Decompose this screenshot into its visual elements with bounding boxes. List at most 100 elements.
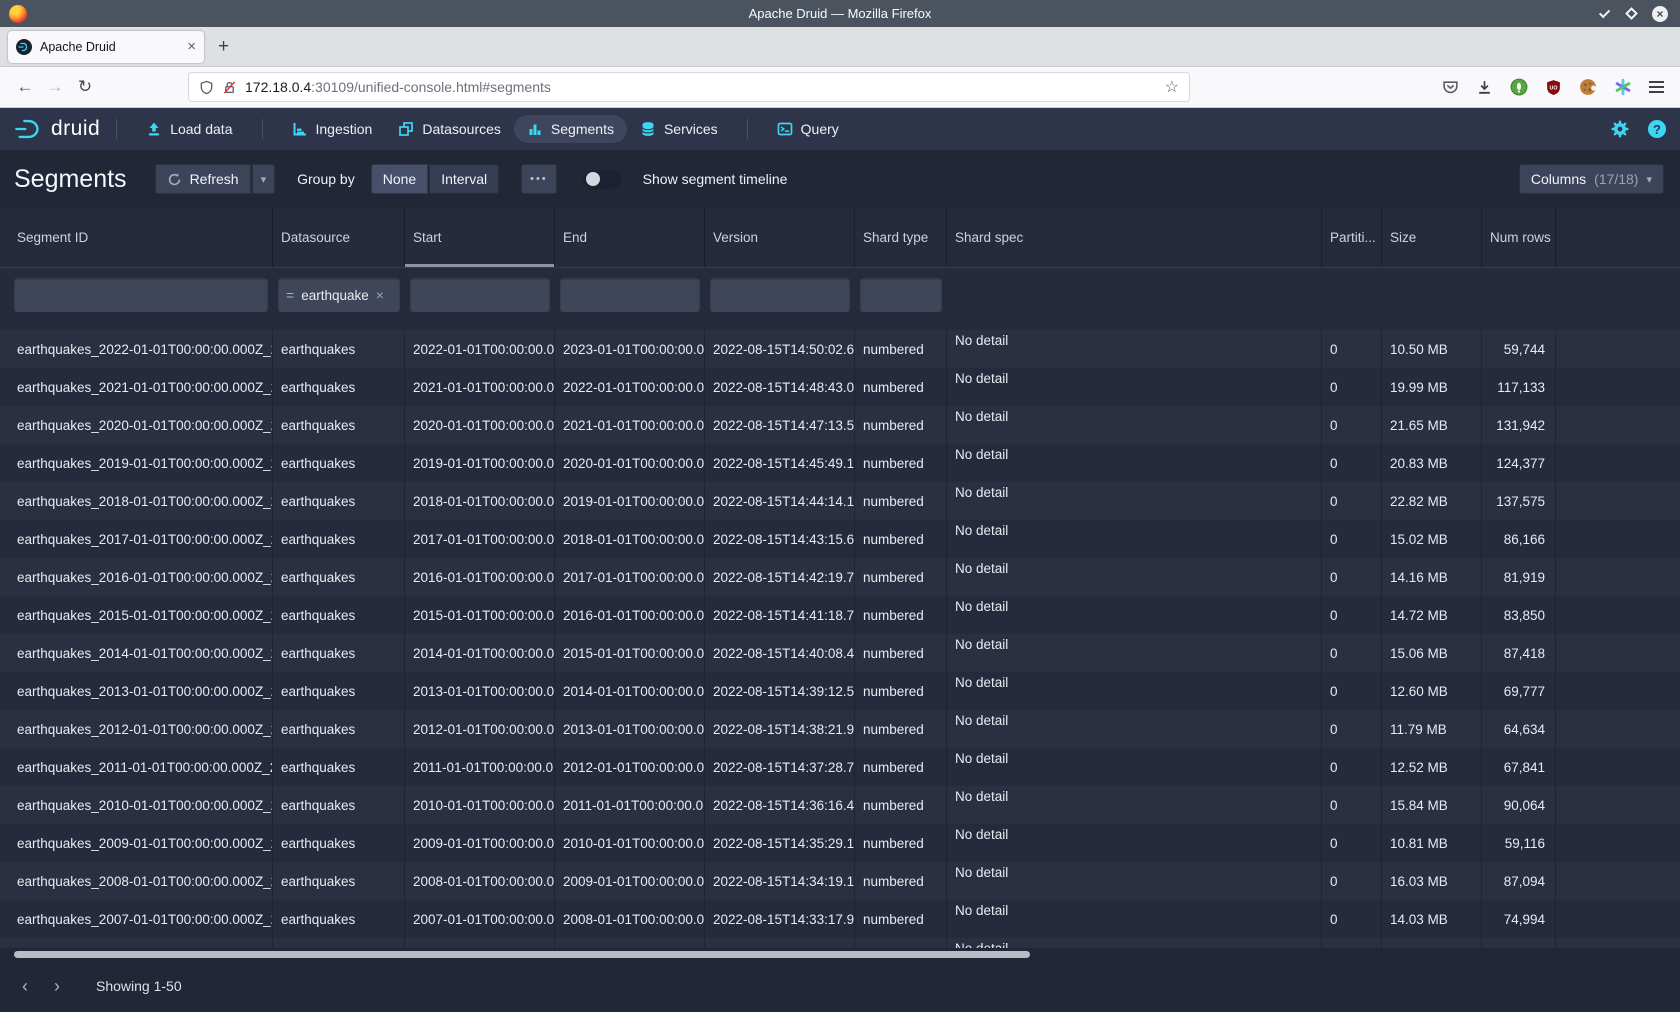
table-row[interactable]: earthquakes_2015-01-01T00:00:00.000Z_2..… xyxy=(0,596,1680,634)
segments-icon xyxy=(527,121,543,137)
nav-item-datasources[interactable]: Datasources xyxy=(385,115,514,143)
new-tab-button[interactable]: + xyxy=(218,36,229,58)
nav-item-services[interactable]: Services xyxy=(627,115,731,143)
table-row[interactable]: earthquakes_2011-01-01T00:00:00.000Z_2..… xyxy=(0,748,1680,786)
table-row[interactable]: earthquakes_2014-01-01T00:00:00.000Z_2..… xyxy=(0,634,1680,672)
cell-segment-id: earthquakes_2009-01-01T00:00:00.000Z_2..… xyxy=(0,824,273,862)
next-page-icon[interactable]: › xyxy=(46,976,68,997)
table-row[interactable]: earthquakes_2008-01-01T00:00:00.000Z_2..… xyxy=(0,862,1680,900)
druid-brand[interactable]: druid xyxy=(14,117,100,141)
group-by-interval-button[interactable]: Interval xyxy=(429,164,499,194)
table-row[interactable]: earthquakes_2017-01-01T00:00:00.000Z_2..… xyxy=(0,520,1680,558)
cell-num-rows: 81,919 xyxy=(1482,558,1556,596)
cell-shard-spec: No detail xyxy=(947,900,1322,938)
window-minimize-icon[interactable] xyxy=(1599,6,1610,17)
table-row[interactable]: earthquakes_2020-01-01T00:00:00.000Z_2..… xyxy=(0,406,1680,444)
window-close-icon[interactable]: × xyxy=(1652,6,1668,22)
url-text[interactable]: 172.18.0.4:30109/unified-console.html#se… xyxy=(245,79,1157,95)
prev-page-icon[interactable]: ‹ xyxy=(14,976,36,997)
cell-datasource: earthquakes xyxy=(273,672,405,710)
table-row[interactable]: earthquakes_2007-01-01T00:00:00.000Z_2..… xyxy=(0,900,1680,938)
cell-size: 19.99 MB xyxy=(1382,368,1482,406)
cell-filler xyxy=(1556,444,1680,482)
bookmark-star-icon[interactable]: ☆ xyxy=(1165,77,1179,97)
tab-close-icon[interactable]: × xyxy=(187,39,196,54)
column-header-start[interactable]: Start xyxy=(405,208,555,267)
refresh-dropdown-button[interactable]: ▾ xyxy=(252,164,276,194)
table-row[interactable]: earthquakes_2021-01-01T00:00:00.000Z_2..… xyxy=(0,368,1680,406)
cookie-extension-icon[interactable] xyxy=(1579,78,1597,96)
nav-item-query[interactable]: Query xyxy=(764,115,852,143)
nav-item-segments[interactable]: Segments xyxy=(514,115,627,143)
url-bar[interactable]: 172.18.0.4:30109/unified-console.html#se… xyxy=(188,72,1190,102)
cell-datasource: earthquakes xyxy=(273,786,405,824)
nav-item-load-data[interactable]: Load data xyxy=(133,115,245,143)
filter-start-input[interactable] xyxy=(410,278,550,312)
column-header-num-rows[interactable]: Num rows xyxy=(1482,208,1556,267)
back-icon[interactable]: ← xyxy=(10,77,40,97)
cell-size xyxy=(1382,938,1482,948)
column-header-datasource[interactable]: Datasource xyxy=(273,208,405,267)
cell-shard-spec: No detail xyxy=(947,748,1322,786)
scrollbar-thumb[interactable] xyxy=(14,951,1030,958)
table-row[interactable]: earthquakes_2010-01-01T00:00:00.000Z_2..… xyxy=(0,786,1680,824)
cell-start: 2019-01-01T00:00:00.0... xyxy=(405,444,555,482)
segment-timeline-toggle[interactable] xyxy=(583,170,621,189)
cell-segment-id: earthquakes_2014-01-01T00:00:00.000Z_2..… xyxy=(0,634,273,672)
menu-icon[interactable] xyxy=(1649,81,1664,93)
insecure-lock-icon[interactable] xyxy=(222,80,237,95)
window-maximize-icon[interactable] xyxy=(1625,7,1638,20)
url-host: 172.18.0.4 xyxy=(245,79,311,95)
asterisk-extension-icon[interactable] xyxy=(1614,78,1632,96)
refresh-button[interactable]: Refresh xyxy=(155,164,251,194)
table-row[interactable]: earthquakes_2019-01-01T00:00:00.000Z_2..… xyxy=(0,444,1680,482)
reload-icon[interactable]: ↻ xyxy=(70,77,100,97)
column-header-segment-id[interactable]: Segment ID xyxy=(0,208,273,267)
help-icon[interactable]: ? xyxy=(1648,120,1666,138)
table-row[interactable]: earthquakes_2022-01-01T00:00:00.000Z_2..… xyxy=(0,330,1680,368)
cell-size: 14.03 MB xyxy=(1382,900,1482,938)
table-header-row: Segment ID Datasource Start End Version … xyxy=(0,208,1680,268)
table-row[interactable]: earthquakes_2009-01-01T00:00:00.000Z_2..… xyxy=(0,824,1680,862)
cell-shard-type: numbered xyxy=(855,406,947,444)
cell-start: 2011-01-01T00:00:00.0... xyxy=(405,748,555,786)
filter-version-input[interactable] xyxy=(710,278,850,312)
remove-filter-icon[interactable]: × xyxy=(376,287,384,303)
cell-size: 16.03 MB xyxy=(1382,862,1482,900)
cell-start: 2017-01-01T00:00:00.0... xyxy=(405,520,555,558)
group-by-none-button[interactable]: None xyxy=(371,164,428,194)
tab-apache-druid[interactable]: Apache Druid × xyxy=(8,31,204,63)
cell-partition: 0 xyxy=(1322,748,1382,786)
filter-datasource-input[interactable]: = earthquake × xyxy=(278,278,400,312)
privacy-extension-icon[interactable] xyxy=(1510,78,1528,96)
table-row[interactable]: earthquakes_2016-01-01T00:00:00.000Z_2..… xyxy=(0,558,1680,596)
column-header-size[interactable]: Size xyxy=(1382,208,1482,267)
table-row[interactable]: earthquakes_2012-01-01T00:00:00.000Z_2..… xyxy=(0,710,1680,748)
tracking-shield-icon[interactable] xyxy=(199,80,214,95)
column-header-partition[interactable]: Partiti... xyxy=(1322,208,1382,267)
column-header-version[interactable]: Version xyxy=(705,208,855,267)
downloads-icon[interactable] xyxy=(1476,79,1493,96)
columns-button[interactable]: Columns (17/18) ▾ xyxy=(1519,164,1664,194)
refresh-icon xyxy=(167,172,182,187)
table-row[interactable]: earthquakes_2018-01-01T00:00:00.000Z_2..… xyxy=(0,482,1680,520)
services-icon xyxy=(640,121,656,137)
settings-gear-icon[interactable] xyxy=(1610,119,1630,139)
ublock-origin-icon[interactable]: UO xyxy=(1545,79,1562,96)
filter-end-input[interactable] xyxy=(560,278,700,312)
cell-num-rows: 67,841 xyxy=(1482,748,1556,786)
column-header-shard-type[interactable]: Shard type xyxy=(855,208,947,267)
pocket-icon[interactable] xyxy=(1442,79,1459,96)
filter-segment-id-input[interactable] xyxy=(14,278,268,312)
column-header-end[interactable]: End xyxy=(555,208,705,267)
cell-partition: 0 xyxy=(1322,862,1382,900)
cell-segment-id: earthquakes_2022-01-01T00:00:00.000Z_2..… xyxy=(0,330,273,368)
table-row[interactable]: earthquakes_2013-01-01T00:00:00.000Z_2..… xyxy=(0,672,1680,710)
nav-item-ingestion[interactable]: Ingestion xyxy=(279,115,386,143)
column-header-shard-spec[interactable]: Shard spec xyxy=(947,208,1322,267)
more-options-button[interactable]: ••• xyxy=(521,164,557,194)
showing-range-label: Showing 1-50 xyxy=(96,978,182,994)
filter-shard-type-input[interactable] xyxy=(860,278,942,312)
cell-partition xyxy=(1322,938,1382,948)
table-row[interactable]: earthquakes_2006-01-01T00:00:00.000Z_2..… xyxy=(0,938,1680,948)
